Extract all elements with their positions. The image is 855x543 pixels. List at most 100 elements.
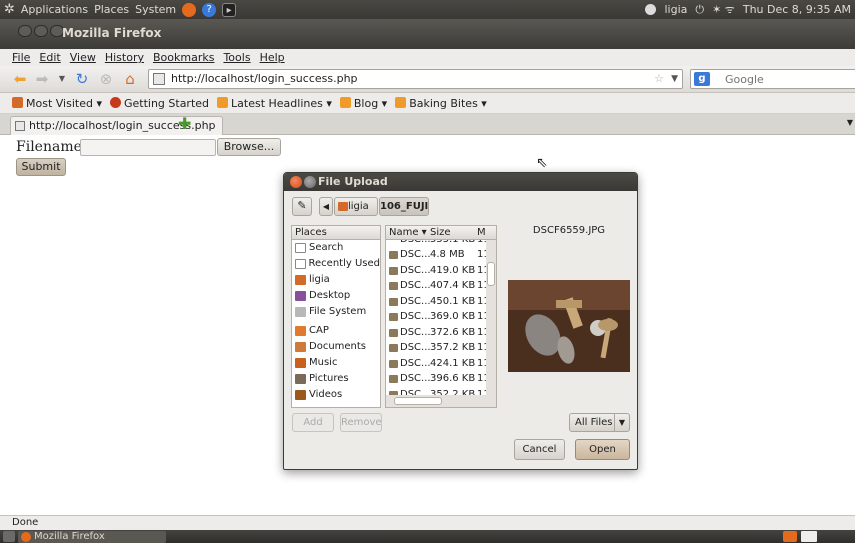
submit-button[interactable]: Submit bbox=[16, 158, 66, 176]
taskbar-firefox[interactable]: Mozilla Firefox bbox=[18, 531, 166, 543]
window-close-button[interactable] bbox=[18, 25, 32, 37]
clock[interactable]: Thu Dec 8, 9:35 AM bbox=[743, 3, 851, 16]
menu-history[interactable]: History bbox=[105, 51, 144, 64]
file-row[interactable]: DSC... 372.6 KB 11 bbox=[386, 325, 496, 341]
documents-folder-icon bbox=[295, 342, 306, 352]
workspace-switcher-icon[interactable] bbox=[801, 531, 817, 542]
url-dropdown-icon[interactable]: ▼ bbox=[671, 70, 678, 88]
search-engine-icon[interactable]: g bbox=[694, 72, 710, 86]
bookmark-star-icon[interactable]: ☆ bbox=[654, 70, 664, 88]
file-list-panel: Name ▾ Size M DSC...555.1 KB11DSC...4.8 … bbox=[385, 225, 497, 408]
firefox-launcher-icon[interactable] bbox=[182, 2, 197, 17]
file-input[interactable] bbox=[80, 139, 216, 156]
terminal-launcher-icon[interactable]: ▸ bbox=[222, 2, 237, 17]
cancel-button[interactable]: Cancel bbox=[514, 439, 565, 460]
menu-places[interactable]: Places bbox=[94, 3, 129, 16]
help-launcher-icon[interactable]: ? bbox=[202, 2, 217, 17]
reload-icon[interactable]: ↻ bbox=[72, 70, 92, 88]
tab-list-icon[interactable]: ▼ bbox=[847, 118, 853, 127]
file-row[interactable]: DSC... 4.8 MB 11 bbox=[386, 247, 496, 263]
file-row[interactable]: DSC... 450.1 KB 11 bbox=[386, 294, 496, 310]
place-documents[interactable]: Documents bbox=[292, 339, 380, 355]
menu-file[interactable]: File bbox=[12, 51, 30, 64]
place-ligia[interactable]: ligia bbox=[292, 272, 380, 288]
bookmark-blog[interactable]: Blog ▾ bbox=[339, 96, 387, 110]
search-icon bbox=[295, 243, 306, 253]
search-input[interactable] bbox=[725, 72, 855, 86]
history-dropdown-icon[interactable]: ▼ bbox=[52, 70, 72, 88]
file-upload-dialog: File Upload ✎ ◀ ligia 106_FUJI Places Se… bbox=[283, 172, 638, 470]
menu-edit[interactable]: Edit bbox=[39, 51, 60, 64]
place-videos[interactable]: Videos bbox=[292, 387, 380, 403]
menu-tools[interactable]: Tools bbox=[223, 51, 250, 64]
network-icon[interactable]: ✶ ᯤ bbox=[712, 2, 735, 17]
file-filter-select[interactable]: All Files ▼ bbox=[569, 413, 630, 432]
new-tab-icon[interactable]: ✚ bbox=[178, 116, 191, 132]
home-icon[interactable]: ⌂ bbox=[120, 70, 140, 88]
menu-applications[interactable]: Applications bbox=[21, 3, 88, 16]
edit-location-button[interactable]: ✎ bbox=[292, 197, 312, 216]
dialog-titlebar[interactable]: File Upload bbox=[284, 173, 637, 191]
places-header[interactable]: Places bbox=[292, 226, 380, 240]
file-row[interactable]: DSC... 369.0 KB 11 bbox=[386, 309, 496, 325]
add-place-button[interactable]: Add bbox=[292, 413, 334, 432]
bookmark-baking-bites[interactable]: Baking Bites ▾ bbox=[395, 96, 487, 110]
path-scroll-left-button[interactable]: ◀ bbox=[319, 197, 333, 216]
path-106-fuji-button[interactable]: 106_FUJI bbox=[379, 197, 429, 216]
place-desktop[interactable]: Desktop bbox=[292, 288, 380, 304]
dialog-close-icon[interactable] bbox=[290, 176, 302, 188]
place-recently-used[interactable]: Recently Used bbox=[292, 256, 380, 272]
menu-bookmarks[interactable]: Bookmarks bbox=[153, 51, 214, 64]
file-list-horizontal-scrollbar[interactable] bbox=[386, 395, 496, 407]
browse-button[interactable]: Browse... bbox=[217, 138, 281, 156]
url-bar[interactable]: http://localhost/login_success.php ☆ ▼ bbox=[148, 69, 683, 89]
place-music[interactable]: Music bbox=[292, 355, 380, 371]
ubuntu-logo-icon[interactable]: ✲ bbox=[4, 2, 15, 17]
place-file-system[interactable]: File System bbox=[292, 304, 380, 320]
place-search[interactable]: Search bbox=[292, 240, 380, 256]
horizontal-scroll-thumb[interactable] bbox=[394, 397, 442, 405]
file-name: DSC... bbox=[400, 326, 431, 338]
file-list-vertical-scrollbar[interactable] bbox=[486, 240, 496, 395]
file-row[interactable]: DSC... 357.2 KB 11 bbox=[386, 340, 496, 356]
bookmark-most-visited[interactable]: Most Visited ▾ bbox=[12, 96, 102, 110]
file-row[interactable]: DSC... 396.6 KB 11 bbox=[386, 371, 496, 387]
url-text[interactable]: http://localhost/login_success.php bbox=[171, 72, 358, 85]
search-bar[interactable]: g bbox=[690, 69, 855, 89]
file-row[interactable]: DSC...555.1 KB11 bbox=[386, 240, 496, 247]
path-ligia-button[interactable]: ligia bbox=[334, 197, 378, 216]
menu-view[interactable]: View bbox=[70, 51, 96, 64]
clock-icon bbox=[295, 259, 306, 269]
user-name[interactable]: ligia bbox=[664, 3, 687, 16]
vertical-scroll-thumb[interactable] bbox=[487, 262, 495, 286]
site-identity-icon[interactable] bbox=[153, 73, 165, 85]
column-modified[interactable]: M bbox=[477, 226, 486, 239]
bookmark-latest-headlines[interactable]: Latest Headlines ▾ bbox=[217, 96, 332, 110]
column-size[interactable]: Size bbox=[430, 226, 451, 239]
file-name: DSC... bbox=[400, 240, 431, 247]
stop-icon[interactable]: ⊗ bbox=[96, 70, 116, 88]
power-icon[interactable]: ⏻ bbox=[695, 3, 704, 17]
window-minimize-button[interactable] bbox=[34, 25, 48, 37]
forward-icon[interactable]: ➡ bbox=[32, 70, 52, 88]
file-row[interactable]: DSC... 419.0 KB 11 bbox=[386, 263, 496, 279]
remove-place-button[interactable]: Remove bbox=[340, 413, 382, 432]
file-row[interactable]: DSC... 424.1 KB 11 bbox=[386, 356, 496, 372]
open-button[interactable]: Open bbox=[575, 439, 630, 460]
place-cap[interactable]: CAP bbox=[292, 323, 380, 339]
show-desktop-icon[interactable] bbox=[3, 531, 15, 542]
back-icon[interactable]: ⬅ bbox=[10, 70, 30, 88]
user-status-icon[interactable] bbox=[645, 4, 657, 15]
window-titlebar[interactable]: Mozilla Firefox bbox=[0, 19, 855, 49]
bottom-panel: Mozilla Firefox bbox=[0, 530, 855, 543]
bookmark-getting-started[interactable]: Getting Started bbox=[109, 96, 209, 110]
preview-filename: DSCF6559.JPG bbox=[532, 225, 606, 236]
file-list-header: Name ▾ Size M bbox=[386, 226, 496, 240]
place-pictures[interactable]: Pictures bbox=[292, 371, 380, 387]
dialog-minimize-icon[interactable] bbox=[304, 176, 316, 188]
file-row[interactable]: DSC... 407.4 KB 11 bbox=[386, 278, 496, 294]
column-name[interactable]: Name ▾ bbox=[389, 226, 427, 239]
menu-system[interactable]: System bbox=[135, 3, 176, 16]
menu-help[interactable]: Help bbox=[260, 51, 285, 64]
trash-icon[interactable] bbox=[783, 531, 797, 542]
